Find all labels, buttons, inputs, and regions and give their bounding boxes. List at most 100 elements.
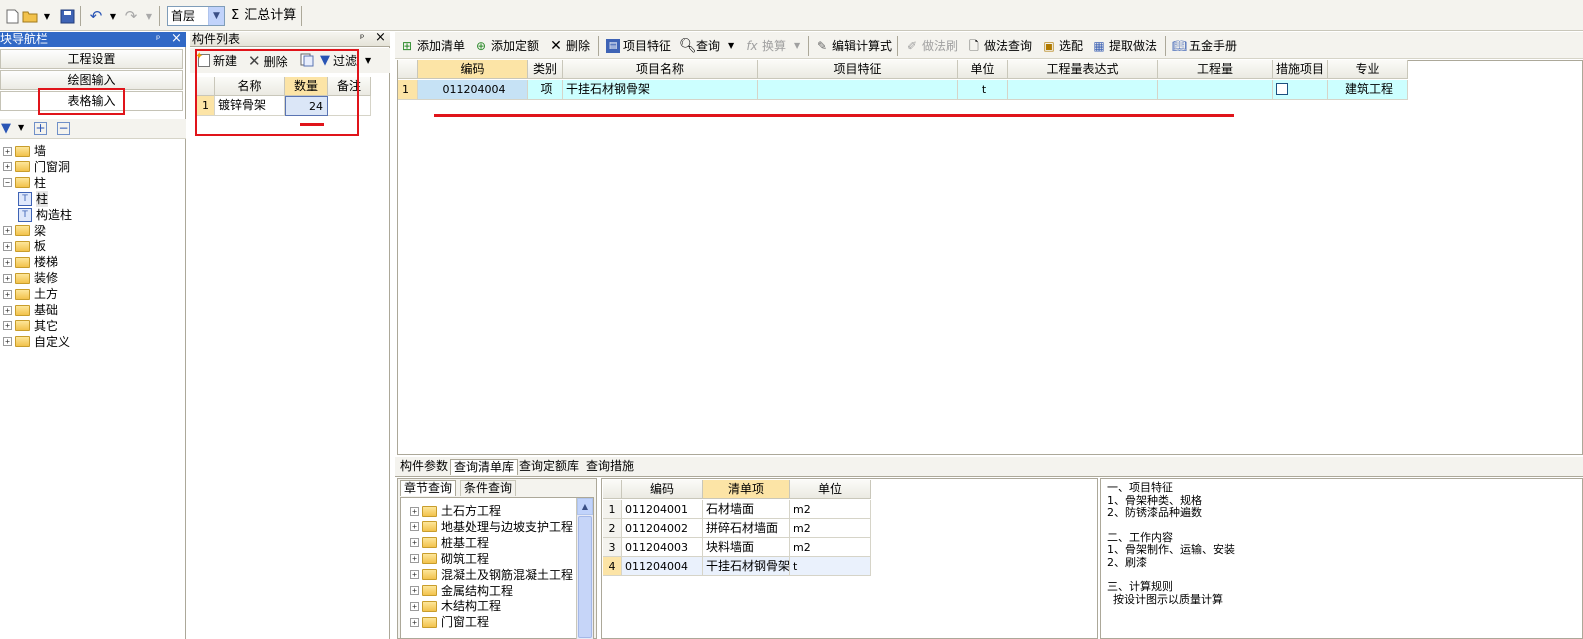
tab-condition-query[interactable]: 条件查询 [460, 480, 517, 496]
expand-icon[interactable]: + [3, 305, 12, 315]
delete-button[interactable]: ✕ 删除 [549, 37, 590, 55]
redo-icon[interactable]: ↷ [122, 7, 140, 25]
lib-grid-cell-code[interactable]: 011204003 [622, 538, 703, 557]
main-grid-col-header[interactable]: 工程量 [1158, 60, 1273, 79]
measure-checkbox[interactable] [1276, 83, 1288, 95]
lib-grid-cell-unit[interactable]: t [790, 557, 871, 576]
tab-component-params[interactable]: 构件参数 [397, 459, 451, 475]
expand-icon[interactable]: + [3, 146, 12, 156]
main-grid-cell-type[interactable]: 项 [528, 80, 563, 100]
lib-grid-cell-name[interactable]: 干挂石材钢骨架 [703, 557, 790, 576]
tree-item[interactable]: + 基础 [3, 302, 58, 318]
edit-formula-button[interactable]: ✎ 编辑计算式 [815, 37, 892, 55]
tree-item[interactable]: + 楼梯 [3, 254, 58, 270]
expand-all-icon[interactable]: + [34, 122, 47, 135]
main-grid-cell-feature[interactable] [758, 80, 958, 100]
add-quota-button[interactable]: ⊕ 添加定额 [474, 37, 539, 55]
save-icon[interactable] [58, 7, 76, 25]
expand-icon[interactable]: + [3, 337, 12, 347]
main-grid-col-header[interactable]: 措施项目 [1273, 60, 1328, 79]
filter-icon[interactable]: ▼ [1, 121, 11, 136]
main-grid-cell-code[interactable]: 011204004 [418, 80, 528, 100]
collapse-all-icon[interactable]: − [57, 122, 70, 135]
open-folder-icon[interactable] [21, 7, 39, 25]
lib-grid-col-header[interactable]: 编码 [622, 480, 703, 499]
main-grid-cell-unit[interactable]: t [958, 80, 1008, 100]
main-grid-col-header[interactable]: 单位 [958, 60, 1008, 79]
chapter-item[interactable]: + 地基处理与边坡支护工程 [410, 519, 575, 535]
chapter-item[interactable]: + 土石方工程 [410, 503, 575, 519]
tree-item[interactable]: + 其它 [3, 318, 58, 334]
expand-icon[interactable]: + [3, 321, 12, 331]
tree-item[interactable]: + 自定义 [3, 334, 70, 350]
chapter-item[interactable]: + 木结构工程 [410, 598, 575, 614]
main-grid-col-header[interactable]: 项目名称 [563, 60, 758, 79]
tree-item[interactable]: + 装修 [3, 270, 58, 286]
nav-button-project-settings[interactable]: 工程设置 [0, 49, 183, 69]
expand-icon[interactable]: + [3, 162, 12, 172]
tree-item[interactable]: + 梁 [3, 223, 46, 239]
tree-item[interactable]: − 柱 [3, 175, 46, 191]
chevron-down-icon[interactable]: ▼ [208, 7, 224, 25]
tab-query-list-lib[interactable]: 查询清单库 [450, 459, 519, 475]
lib-grid-cell-code[interactable]: 011204002 [622, 519, 703, 538]
expand-icon[interactable]: + [3, 289, 12, 299]
tree-item[interactable]: + 门窗洞 [3, 159, 70, 175]
expand-icon[interactable]: + [3, 257, 12, 267]
select-match-button[interactable]: ▣ 选配 [1042, 37, 1083, 55]
lib-grid-cell-code[interactable]: 011204001 [622, 500, 703, 519]
expand-icon[interactable]: + [410, 522, 419, 532]
tab-query-quota-lib[interactable]: 查询定额库 [516, 459, 582, 475]
lib-grid-cell-unit[interactable]: m2 [790, 500, 871, 519]
floor-select[interactable]: 首层 ▼ [167, 6, 225, 26]
lib-grid-cell-unit[interactable]: m2 [790, 519, 871, 538]
chapter-item[interactable]: + 门窗工程 [410, 614, 575, 630]
expand-icon[interactable]: + [410, 506, 419, 516]
main-grid-col-header[interactable]: 类别 [528, 60, 563, 79]
lib-grid-cell-name[interactable]: 石材墙面 [703, 500, 790, 519]
scroll-thumb[interactable] [578, 516, 592, 638]
open-dropdown-icon[interactable]: ▼ [38, 7, 56, 25]
method-brush-button[interactable]: ✐ 做法刷 [905, 37, 958, 55]
add-list-button[interactable]: ⊞ 添加清单 [400, 37, 465, 55]
lib-grid-cell-name[interactable]: 块料墙面 [703, 538, 790, 557]
hardware-manual-button[interactable]: 📖︎ 五金手册 [1172, 37, 1237, 55]
chapter-item[interactable]: + 桩基工程 [410, 535, 575, 551]
expand-icon[interactable]: + [410, 554, 419, 564]
tree-item[interactable]: T柱 [18, 190, 49, 207]
main-grid-cell-qty[interactable] [1158, 80, 1273, 100]
expand-icon[interactable]: + [410, 538, 419, 548]
sum-calc-button[interactable]: Σ 汇总计算 [231, 8, 296, 24]
lib-grid-cell-unit[interactable]: m2 [790, 538, 871, 557]
pin-icon[interactable]: ᵖ [360, 32, 364, 46]
chapter-item[interactable]: + 金属结构工程 [410, 583, 575, 599]
scroll-up-icon[interactable]: ▲ [577, 498, 593, 515]
query-button[interactable]: 🔍︎ 查询 ▼ [679, 37, 734, 55]
convert-button[interactable]: fx 换算 ▼ [745, 37, 800, 55]
redo-dropdown-icon[interactable]: ▼ [140, 7, 158, 25]
tree-item[interactable]: T 构造柱 [18, 207, 72, 223]
close-icon[interactable]: × [375, 31, 386, 45]
main-grid-col-header[interactable]: 工程量表达式 [1008, 60, 1158, 79]
close-icon[interactable]: × [171, 31, 182, 46]
expand-icon[interactable]: + [3, 273, 12, 283]
tree-item[interactable]: + 土方 [3, 286, 58, 302]
main-grid-col-header[interactable]: 编码 [418, 60, 528, 79]
expand-icon[interactable]: + [410, 617, 419, 627]
expand-icon[interactable]: + [410, 586, 419, 595]
tree-item[interactable]: + 墙 [3, 143, 46, 159]
filter-dropdown-icon[interactable]: ▼ [18, 123, 24, 132]
tab-chapter-query[interactable]: 章节查询 [400, 480, 457, 496]
pin-icon[interactable]: ᵖ [156, 32, 160, 47]
extract-method-button[interactable]: ▦ 提取做法 [1092, 37, 1157, 55]
expand-icon[interactable]: + [3, 226, 12, 235]
chapter-item[interactable]: + 混凝土及钢筋混凝土工程 [410, 567, 575, 583]
method-query-button[interactable]: 🗋 做法查询 [967, 37, 1032, 55]
main-grid-col-header[interactable]: 专业 [1328, 60, 1408, 79]
lib-grid-col-header[interactable]: 单位 [790, 480, 871, 499]
main-grid-cell-expr[interactable] [1008, 80, 1158, 100]
item-feature-button[interactable]: ▤ 项目特征 [606, 37, 671, 55]
main-grid-cell-major[interactable]: 建筑工程 [1328, 80, 1408, 100]
lib-grid-col-header[interactable]: 清单项 [703, 480, 790, 499]
collapse-icon[interactable]: − [3, 178, 12, 188]
